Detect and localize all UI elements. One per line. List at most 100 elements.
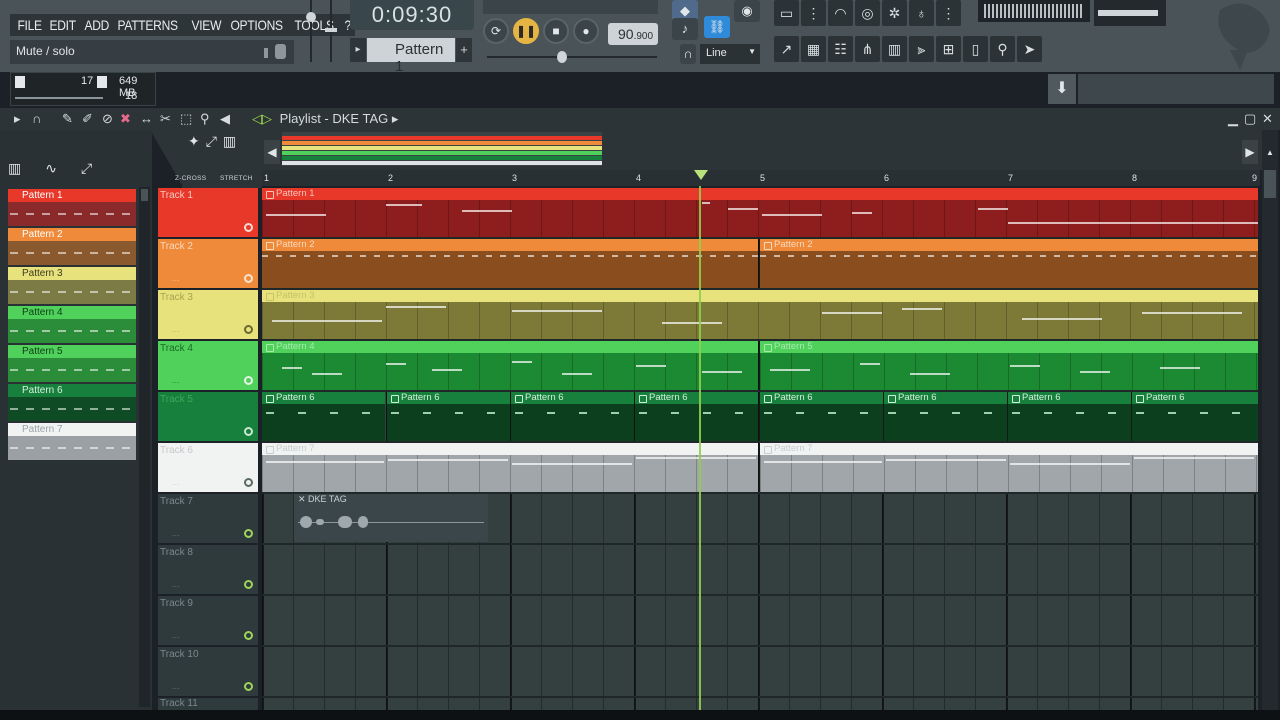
- playlist-title-arrow[interactable]: ▸: [392, 111, 399, 126]
- pattern-clip[interactable]: Pattern 7: [262, 443, 758, 492]
- hint-knob-icon[interactable]: [264, 48, 268, 58]
- close-icon[interactable]: ✕: [1262, 111, 1273, 127]
- pattern-clip[interactable]: Pattern 4: [262, 341, 758, 390]
- mute-led-icon[interactable]: [244, 325, 253, 334]
- scroll-up-icon[interactable]: ▲: [1264, 148, 1276, 162]
- more-icon[interactable]: ⋮: [936, 0, 961, 26]
- track-header[interactable]: Track 4 ...: [158, 341, 258, 390]
- browser-icon[interactable]: ⊞: [936, 36, 961, 62]
- track-header[interactable]: Track 6 ...: [158, 443, 258, 492]
- pattern-clip[interactable]: Pattern 2: [262, 239, 758, 288]
- track-header[interactable]: Track 11: [158, 698, 258, 710]
- track-header[interactable]: Track 3 ...: [158, 290, 258, 339]
- stop-button[interactable]: ■: [543, 18, 569, 44]
- overview-right-icon[interactable]: ▶: [1242, 140, 1258, 164]
- piano-keys-icon[interactable]: ▥: [8, 160, 21, 177]
- delete-icon[interactable]: ⊘: [102, 111, 113, 127]
- headphones-icon[interactable]: ∩: [32, 111, 41, 126]
- pattern-clip[interactable]: Pattern 1: [262, 188, 1258, 237]
- play-pause-button[interactable]: ❚❚: [513, 18, 539, 44]
- track-header[interactable]: Track 2 ...: [158, 239, 258, 288]
- plugin-icon[interactable]: ⚲: [990, 36, 1015, 62]
- pattern-clip[interactable]: Pattern 6: [760, 392, 883, 441]
- pattern-clip[interactable]: Pattern 3: [262, 290, 1258, 339]
- typing-keyboard-icon[interactable]: ♪: [672, 18, 698, 40]
- track-header[interactable]: Track 10 ...: [158, 647, 258, 696]
- playhead-marker[interactable]: [694, 170, 708, 180]
- crossfade-icon[interactable]: ✦⤢▥: [188, 133, 242, 150]
- channel-rack-icon[interactable]: ◎: [855, 0, 880, 26]
- playhead-line[interactable]: [699, 186, 701, 710]
- master-volume-slider[interactable]: [306, 0, 316, 66]
- plugin-picker-icon[interactable]: ↗: [774, 36, 799, 62]
- project-files-icon[interactable]: ▯: [963, 36, 988, 62]
- pattern-item[interactable]: Pattern 5: [8, 345, 136, 382]
- mute-icon[interactable]: ✖: [120, 111, 131, 127]
- zcross-label[interactable]: Z-CROSS: [175, 175, 206, 182]
- playlist-menu-icon[interactable]: ▸: [14, 111, 21, 127]
- pattern-add-button[interactable]: +: [456, 38, 472, 62]
- track-header[interactable]: Track 1: [158, 188, 258, 237]
- metronome-icon[interactable]: ◉: [734, 0, 760, 22]
- mic-icon[interactable]: ♁: [909, 0, 934, 26]
- overview-left-icon[interactable]: ◀: [264, 140, 280, 164]
- audio-wave-icon[interactable]: ∿: [45, 160, 57, 177]
- playlist-play-icon[interactable]: ◁▷: [252, 111, 272, 126]
- pattern-clip[interactable]: Pattern 6: [511, 392, 634, 441]
- mute-led-icon[interactable]: [244, 376, 253, 385]
- maximize-icon[interactable]: ▢: [1244, 111, 1256, 127]
- brush-icon[interactable]: ✐: [82, 111, 93, 127]
- playlist-vertical-scrollbar[interactable]: ▲: [1262, 130, 1278, 710]
- automation-icon[interactable]: ⤢: [81, 160, 92, 177]
- pattern-clip[interactable]: Pattern 6: [262, 392, 385, 441]
- pattern-clip[interactable]: Pattern 6: [1008, 392, 1131, 441]
- track-header[interactable]: Track 7 ...: [158, 494, 258, 543]
- mixer-faders-icon[interactable]: ⫸: [909, 36, 934, 62]
- menu-file[interactable]: FILE: [14, 14, 45, 36]
- download-icon[interactable]: ⬇: [1048, 74, 1076, 104]
- select-icon[interactable]: ⬚: [180, 111, 192, 127]
- pattern-picker-scrollbar[interactable]: [139, 187, 150, 707]
- tempo-display[interactable]: 90.900: [608, 23, 658, 45]
- snap-magnet-icon[interactable]: ∩: [680, 44, 696, 64]
- pattern-clip[interactable]: Pattern 6: [884, 392, 1007, 441]
- mute-led-icon[interactable]: [244, 529, 253, 538]
- master-pitch-slider[interactable]: [325, 0, 337, 66]
- pattern-item[interactable]: Pattern 3: [8, 267, 136, 304]
- piano-roll-icon[interactable]: ◠: [828, 0, 853, 26]
- mixer-icon[interactable]: ⋮: [801, 0, 826, 26]
- track-header[interactable]: Track 8 ...: [158, 545, 258, 594]
- track-header[interactable]: Track 5: [158, 392, 258, 441]
- zoom-icon[interactable]: ⚲: [200, 111, 210, 127]
- song-position-slider[interactable]: [487, 51, 657, 63]
- pattern-clip[interactable]: Pattern 7: [760, 443, 1258, 492]
- mute-led-icon[interactable]: [244, 580, 253, 589]
- stretch-label[interactable]: STRETCH: [220, 175, 253, 182]
- menu-options[interactable]: OPTIONS: [227, 14, 286, 36]
- menu-edit[interactable]: EDIT: [46, 14, 79, 36]
- snap-selector[interactable]: Line ▼: [700, 44, 760, 64]
- pattern-clip[interactable]: Pattern 6: [635, 392, 758, 441]
- menu-patterns[interactable]: PATTERNS: [114, 14, 181, 36]
- pencil-icon[interactable]: ✎: [62, 111, 73, 127]
- mute-led-icon[interactable]: [244, 427, 253, 436]
- pattern-item[interactable]: Pattern 7: [8, 423, 136, 460]
- settings-icon[interactable]: ✲: [882, 0, 907, 26]
- mute-led-icon[interactable]: [244, 478, 253, 487]
- mute-led-icon[interactable]: [244, 274, 253, 283]
- menu-view[interactable]: VIEW: [188, 14, 225, 36]
- pattern-selector[interactable]: Pattern 1: [367, 38, 455, 75]
- loop-mode-button[interactable]: ⟳: [483, 18, 509, 44]
- timeline-ruler[interactable]: 1 2 3 4 5 6 7 8 9: [262, 170, 1260, 186]
- pattern-clip[interactable]: Pattern 2: [760, 239, 1258, 288]
- record-button[interactable]: ●: [573, 18, 599, 44]
- playlist-window-icon[interactable]: ▦: [801, 36, 826, 62]
- playlist-view-icon[interactable]: ▭: [774, 0, 799, 26]
- mute-led-icon[interactable]: [244, 682, 253, 691]
- mute-led-icon[interactable]: [244, 631, 253, 640]
- mute-led-icon[interactable]: [244, 223, 253, 232]
- playlist-overview[interactable]: ◀ ▶: [262, 130, 1262, 170]
- track-header[interactable]: Track 9 ...: [158, 596, 258, 645]
- mixer-window-icon[interactable]: ▥: [882, 36, 907, 62]
- scroll-thumb[interactable]: [1264, 170, 1276, 198]
